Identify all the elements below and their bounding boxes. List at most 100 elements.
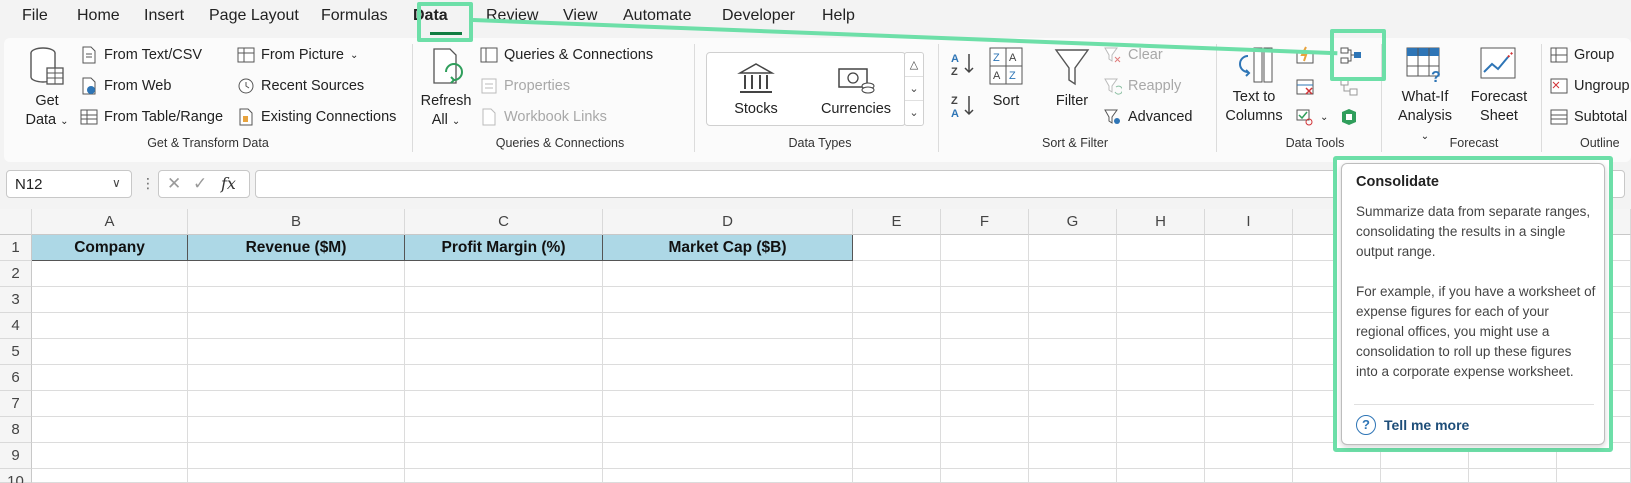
cell-c5[interactable] (405, 339, 603, 365)
cell-a10[interactable] (32, 469, 188, 483)
sort-a-to-z-button[interactable]: AZ (950, 50, 976, 78)
column-header-f[interactable]: F (941, 209, 1029, 235)
cell-e7[interactable] (853, 391, 941, 417)
cell-f8[interactable] (941, 417, 1029, 443)
cell-b3[interactable] (188, 287, 405, 313)
cell-i9[interactable] (1205, 443, 1293, 469)
cell-e6[interactable] (853, 365, 941, 391)
cell-h8[interactable] (1117, 417, 1205, 443)
remove-duplicates-button[interactable] (1296, 78, 1314, 96)
column-header-b[interactable]: B (188, 209, 405, 235)
cell-g5[interactable] (1029, 339, 1117, 365)
text-to-columns-button[interactable]: Text to Columns (1222, 46, 1286, 126)
row-header-8[interactable]: 8 (0, 417, 32, 443)
cell-d4[interactable] (603, 313, 853, 339)
row-header-10[interactable]: 10 (0, 469, 32, 483)
insert-function-icon[interactable]: fx (221, 174, 236, 193)
refresh-all-button[interactable]: Refresh All ⌄ (420, 46, 472, 131)
cell-b5[interactable] (188, 339, 405, 365)
row-header-2[interactable]: 2 (0, 261, 32, 287)
cell-f2[interactable] (941, 261, 1029, 287)
row-header-4[interactable]: 4 (0, 313, 32, 339)
cell-e1[interactable] (853, 235, 941, 261)
cell-c1[interactable]: Profit Margin (%) (405, 235, 603, 261)
cell-h7[interactable] (1117, 391, 1205, 417)
cell-a7[interactable] (32, 391, 188, 417)
enter-icon[interactable]: ✓ (193, 174, 207, 194)
cell-b8[interactable] (188, 417, 405, 443)
cell-e9[interactable] (853, 443, 941, 469)
subtotal-button[interactable]: Subtotal (1550, 108, 1627, 126)
cell-i5[interactable] (1205, 339, 1293, 365)
what-if-analysis-button[interactable]: ? What-If Analysis ⌄ (1392, 46, 1458, 146)
cell-g2[interactable] (1029, 261, 1117, 287)
cell-b1[interactable]: Revenue ($M) (188, 235, 405, 261)
select-all-corner[interactable] (0, 209, 32, 235)
column-header-g[interactable]: G (1029, 209, 1117, 235)
cell-l10[interactable] (1469, 469, 1557, 483)
cell-c9[interactable] (405, 443, 603, 469)
cell-b6[interactable] (188, 365, 405, 391)
cell-k10[interactable] (1381, 469, 1469, 483)
cell-f6[interactable] (941, 365, 1029, 391)
cell-c2[interactable] (405, 261, 603, 287)
cell-e5[interactable] (853, 339, 941, 365)
cell-f10[interactable] (941, 469, 1029, 483)
menu-formulas[interactable]: Formulas (321, 7, 388, 25)
column-header-i[interactable]: I (1205, 209, 1293, 235)
cell-f7[interactable] (941, 391, 1029, 417)
cell-e3[interactable] (853, 287, 941, 313)
from-picture-button[interactable]: From Picture ⌄ (237, 46, 358, 64)
chevron-down-icon[interactable]: ∨ (112, 176, 121, 190)
cell-m10[interactable] (1557, 469, 1631, 483)
cell-a5[interactable] (32, 339, 188, 365)
from-text-csv-button[interactable]: From Text/CSV (80, 46, 202, 64)
column-header-d[interactable]: D (603, 209, 853, 235)
gallery-scroll-down[interactable]: ⌄ (905, 77, 923, 101)
cell-g7[interactable] (1029, 391, 1117, 417)
row-header-1[interactable]: 1 (0, 235, 32, 261)
queries-connections-button[interactable]: Queries & Connections (480, 46, 653, 64)
cell-d6[interactable] (603, 365, 853, 391)
flash-fill-button[interactable] (1296, 46, 1314, 64)
cell-i7[interactable] (1205, 391, 1293, 417)
column-header-h[interactable]: H (1117, 209, 1205, 235)
cell-d10[interactable] (603, 469, 853, 483)
cell-c3[interactable] (405, 287, 603, 313)
currencies-data-type[interactable]: Currencies (811, 61, 901, 117)
cell-h5[interactable] (1117, 339, 1205, 365)
cell-b9[interactable] (188, 443, 405, 469)
cell-f1[interactable] (941, 235, 1029, 261)
from-table-range-button[interactable]: From Table/Range (80, 108, 223, 126)
cell-h2[interactable] (1117, 261, 1205, 287)
cell-i1[interactable] (1205, 235, 1293, 261)
filter-button[interactable]: Filter (1048, 46, 1096, 111)
ungroup-button[interactable]: Ungroup (1550, 77, 1630, 95)
menu-developer[interactable]: Developer (722, 7, 795, 25)
reapply-button[interactable]: Reapply (1104, 77, 1181, 95)
advanced-filter-button[interactable]: Advanced (1104, 108, 1193, 126)
cell-d1[interactable]: Market Cap ($B) (603, 235, 853, 261)
cell-d2[interactable] (603, 261, 853, 287)
cell-i8[interactable] (1205, 417, 1293, 443)
cell-c7[interactable] (405, 391, 603, 417)
from-web-button[interactable]: From Web (80, 77, 171, 95)
cell-c4[interactable] (405, 313, 603, 339)
cell-g8[interactable] (1029, 417, 1117, 443)
gallery-scroll-up[interactable]: △ (905, 53, 923, 77)
cancel-icon[interactable]: ✕ (167, 174, 181, 194)
cell-i4[interactable] (1205, 313, 1293, 339)
cell-a6[interactable] (32, 365, 188, 391)
data-validation-button[interactable]: ⌄ (1296, 108, 1328, 126)
cell-b7[interactable] (188, 391, 405, 417)
cell-f4[interactable] (941, 313, 1029, 339)
menu-page-layout[interactable]: Page Layout (209, 7, 299, 25)
cell-h6[interactable] (1117, 365, 1205, 391)
cell-e4[interactable] (853, 313, 941, 339)
data-model-button[interactable] (1340, 108, 1358, 126)
cell-g4[interactable] (1029, 313, 1117, 339)
properties-button[interactable]: Properties (480, 77, 570, 95)
cell-j10[interactable] (1293, 469, 1381, 483)
existing-connections-button[interactable]: Existing Connections (237, 108, 396, 126)
sort-z-to-a-button[interactable]: ZA (950, 92, 976, 120)
